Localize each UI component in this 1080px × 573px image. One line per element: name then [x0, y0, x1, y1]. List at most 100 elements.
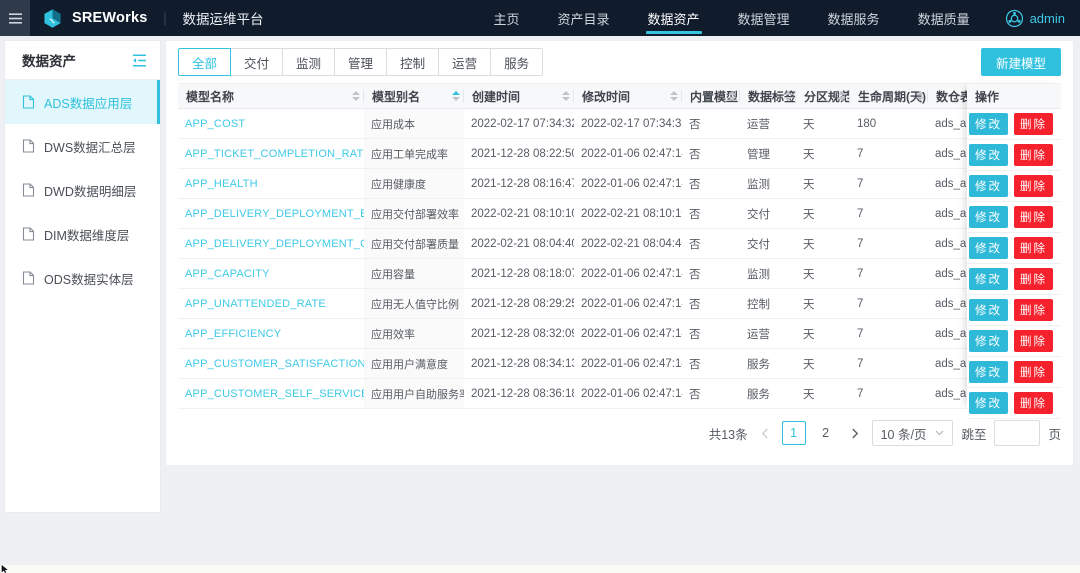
- page-number-2[interactable]: 2: [814, 421, 838, 445]
- delete-button[interactable]: 删除: [1014, 144, 1053, 166]
- table-row: APP_CAPACITY应用容量2021-12-28 08:18:072022-…: [178, 259, 1061, 289]
- sort-desc-caret: [562, 97, 570, 101]
- prev-page-button[interactable]: [756, 421, 774, 445]
- delete-button[interactable]: 删除: [1014, 237, 1053, 259]
- column-header-tag[interactable]: 数据标签: [740, 84, 796, 109]
- sidebar-menu: ADS数据应用层DWS数据汇总层DWD数据明细层DIM数据维度层 ODS数据实体层: [5, 80, 160, 300]
- tab-monitor[interactable]: 监测: [282, 48, 335, 76]
- cell-modified: 2022-01-06 02:47:14: [574, 259, 682, 289]
- sort-icon: [452, 91, 460, 101]
- nav-item-home[interactable]: 主页: [474, 0, 538, 36]
- column-header-partition[interactable]: 分区规范: [796, 84, 850, 109]
- delete-button[interactable]: 删除: [1014, 392, 1053, 414]
- edit-button[interactable]: 修改: [969, 330, 1008, 352]
- model-link[interactable]: APP_HEALTH: [185, 178, 258, 190]
- column-header-builtin[interactable]: 内置模型: [682, 84, 740, 109]
- cell-tag: 服务: [740, 379, 796, 409]
- sidebar-item-label: ODS数据实体层: [44, 269, 134, 288]
- app-window: SREWorks ｜ 数据运维平台 主页资产目录数据资产数据管理数据服务数据质量…: [0, 0, 1080, 573]
- column-label: 模型别名: [372, 90, 420, 104]
- model-link[interactable]: APP_EFFICIENCY: [185, 328, 281, 340]
- tab-operate[interactable]: 运营: [438, 48, 491, 76]
- tab-delivery[interactable]: 交付: [230, 48, 283, 76]
- cell-name: APP_COST: [178, 109, 364, 139]
- cell-tag: 交付: [740, 229, 796, 259]
- edit-button[interactable]: 修改: [969, 175, 1008, 197]
- sidebar-item-dwd[interactable]: DWD数据明细层: [5, 168, 160, 212]
- edit-button[interactable]: 修改: [969, 299, 1008, 321]
- cell-builtin: 否: [682, 289, 740, 319]
- total-count: 共13条: [709, 424, 748, 443]
- edit-button[interactable]: 修改: [969, 206, 1008, 228]
- menu-fold-icon[interactable]: [132, 54, 147, 67]
- delete-button[interactable]: 删除: [1014, 361, 1053, 383]
- column-header-created[interactable]: 创建时间: [464, 84, 574, 109]
- model-link[interactable]: APP_COST: [185, 118, 245, 130]
- tab-service[interactable]: 服务: [490, 48, 543, 76]
- sidebar-item-ads[interactable]: ADS数据应用层: [5, 80, 160, 124]
- column-header-alias[interactable]: 模型别名: [364, 84, 464, 109]
- cell-created: 2021-12-28 08:22:50: [464, 139, 574, 169]
- operation-cell: 修改删除: [967, 140, 1061, 171]
- nav-item-data-asset[interactable]: 数据资产: [629, 0, 719, 36]
- cell-name: APP_TICKET_COMPLETION_RATE: [178, 139, 364, 169]
- nav-item-data-quality[interactable]: 数据质量: [899, 0, 989, 36]
- tab-manage[interactable]: 管理: [334, 48, 387, 76]
- delete-button[interactable]: 删除: [1014, 299, 1053, 321]
- user-menu[interactable]: admin: [1005, 9, 1065, 28]
- sidebar-item-dws[interactable]: DWS数据汇总层: [5, 124, 160, 168]
- delete-button[interactable]: 删除: [1014, 268, 1053, 290]
- model-link[interactable]: APP_CAPACITY: [185, 268, 270, 280]
- cell-alias: 应用成本: [364, 109, 464, 139]
- nav-item-data-manage[interactable]: 数据管理: [719, 0, 809, 36]
- edit-button[interactable]: 修改: [969, 268, 1008, 290]
- tab-control[interactable]: 控制: [386, 48, 439, 76]
- next-page-button[interactable]: [846, 421, 864, 445]
- edit-button[interactable]: 修改: [969, 361, 1008, 383]
- delete-button[interactable]: 删除: [1014, 206, 1053, 228]
- brand-divider: ｜: [158, 9, 171, 28]
- sidebar-item-dim[interactable]: DIM数据维度层: [5, 212, 160, 256]
- sidebar-item-ods[interactable]: ODS数据实体层: [5, 256, 160, 300]
- sort-icon: [728, 91, 736, 101]
- page-size-select[interactable]: 10 条/页: [872, 420, 954, 446]
- model-link[interactable]: APP_UNATTENDED_RATE: [185, 298, 326, 310]
- edit-button[interactable]: 修改: [969, 113, 1008, 135]
- model-link[interactable]: APP_CUSTOMER_SATISFACTION: [185, 358, 364, 370]
- edit-button[interactable]: 修改: [969, 144, 1008, 166]
- edit-button[interactable]: 修改: [969, 392, 1008, 414]
- nav-item-asset-catalog[interactable]: 资产目录: [539, 0, 629, 36]
- cell-modified: 2022-01-06 02:47:14: [574, 289, 682, 319]
- column-header-name[interactable]: 模型名称: [178, 84, 364, 109]
- model-link[interactable]: APP_DELIVERY_DEPLOYMENT_QUALITY: [185, 238, 364, 250]
- nav-item-data-service[interactable]: 数据服务: [809, 0, 899, 36]
- model-link[interactable]: APP_DELIVERY_DEPLOYMENT_EFFICIENCY: [185, 208, 364, 220]
- cell-partition: 天: [796, 319, 850, 349]
- cell-modified: 2022-01-06 02:47:14: [574, 319, 682, 349]
- page-size-value: 10 条/页: [881, 424, 927, 443]
- page-jump-input[interactable]: [994, 420, 1040, 446]
- cell-modified: 2022-02-21 08:04:40: [574, 229, 682, 259]
- cell-lifecycle: 7: [850, 289, 928, 319]
- delete-button[interactable]: 删除: [1014, 113, 1053, 135]
- table-row: APP_COST应用成本2022-02-17 07:34:322022-02-1…: [178, 109, 1061, 139]
- new-model-button[interactable]: 新建模型: [981, 48, 1061, 76]
- tab-all[interactable]: 全部: [178, 48, 231, 76]
- table-row: APP_CUSTOMER_SATISFACTION应用用户满意度2021-12-…: [178, 349, 1061, 379]
- delete-button[interactable]: 删除: [1014, 175, 1053, 197]
- models-table-wrap: 模型名称模型别名创建时间修改时间内置模型数据标签分区规范生命周期(天)数仓表名 …: [178, 83, 1061, 409]
- model-link[interactable]: APP_CUSTOMER_SELF_SERVICE_RATE: [185, 388, 364, 400]
- delete-button[interactable]: 删除: [1014, 330, 1053, 352]
- model-link[interactable]: APP_TICKET_COMPLETION_RATE: [185, 148, 364, 160]
- operation-cell: 修改删除: [967, 295, 1061, 326]
- page-number-1[interactable]: 1: [782, 421, 806, 445]
- cell-alias: 应用交付部署效率: [364, 199, 464, 229]
- table-row: APP_TICKET_COMPLETION_RATE应用工单完成率2021-12…: [178, 139, 1061, 169]
- cell-builtin: 否: [682, 199, 740, 229]
- column-header-modified[interactable]: 修改时间: [574, 84, 682, 109]
- edit-button[interactable]: 修改: [969, 237, 1008, 259]
- cell-created: 2022-02-21 08:04:40: [464, 229, 574, 259]
- hamburger-menu-button[interactable]: [0, 0, 30, 36]
- column-header-lifecycle[interactable]: 生命周期(天): [850, 84, 928, 109]
- models-table: 模型名称模型别名创建时间修改时间内置模型数据标签分区规范生命周期(天)数仓表名 …: [178, 83, 1061, 409]
